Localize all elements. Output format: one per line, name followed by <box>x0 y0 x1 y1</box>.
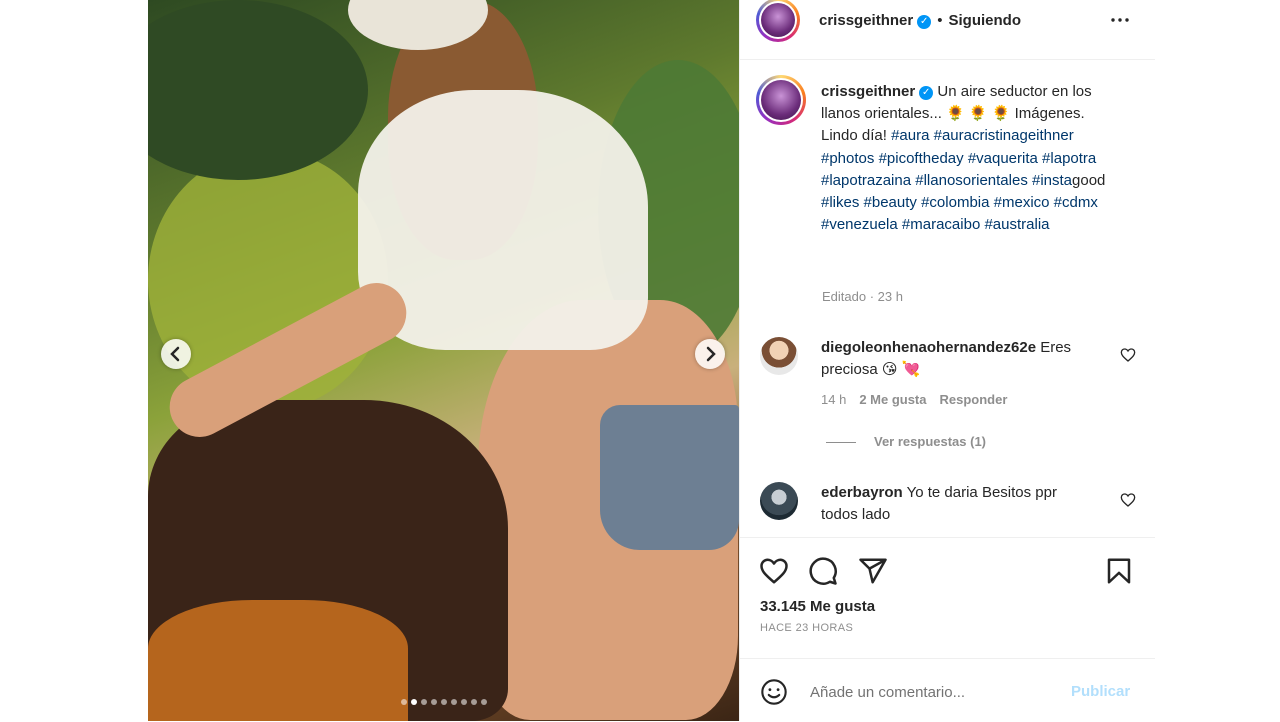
carousel-dot <box>480 699 487 705</box>
post-time: HACE 23 HORAS <box>760 622 854 634</box>
hashtag-link[interactable]: #venezuela <box>821 216 898 233</box>
hashtag-link[interactable]: #beauty <box>864 194 917 211</box>
comment-input[interactable] <box>808 678 1062 706</box>
carousel-dot <box>400 699 407 705</box>
post-modal: crissgeithner ✓ • Siguiendo crissgeithner ✓ … <box>148 0 1155 721</box>
hashtag-link[interactable]: #likes <box>821 194 859 211</box>
chevron-right-icon <box>706 346 716 362</box>
hashtag-link[interactable]: #mexico <box>994 194 1050 211</box>
likes-count[interactable]: 33.145 Me gusta <box>760 598 875 615</box>
chevron-left-icon <box>170 346 180 362</box>
heart-icon[interactable] <box>759 556 789 586</box>
carousel-dot <box>450 699 457 705</box>
carousel-indicator <box>148 699 739 705</box>
header-user-row: crissgeithner ✓ • Siguiendo <box>819 12 1021 29</box>
comment-likes-link[interactable]: 2 Me gusta <box>859 392 926 407</box>
carousel-dot <box>430 699 437 705</box>
hashtag-link[interactable]: #llanosorientales <box>915 172 1028 189</box>
carousel-dot <box>410 699 417 705</box>
publish-button[interactable]: Publicar <box>1071 683 1130 700</box>
comment-username[interactable]: diegoleonhenaohernandez62e <box>821 339 1036 356</box>
hashtag-link[interactable]: #lapotra <box>1042 150 1096 167</box>
comment-avatar[interactable] <box>760 482 798 520</box>
hashtag-link[interactable]: #vaquerita <box>968 150 1038 167</box>
caption-edited-time: Editado · 23 h <box>822 289 903 304</box>
emoji-icon[interactable] <box>760 678 788 706</box>
comment-heart-icon[interactable] <box>1120 492 1136 508</box>
username-link[interactable]: crissgeithner <box>819 12 913 29</box>
following-button[interactable]: Siguiendo <box>948 12 1021 29</box>
hashtag-link[interactable]: #photos <box>821 150 874 167</box>
hashtag-link[interactable]: #aura <box>891 127 929 144</box>
hashtag-link[interactable]: #colombia <box>921 194 989 211</box>
view-replies-label: Ver respuestas (1) <box>874 434 987 449</box>
post-image[interactable] <box>148 0 739 721</box>
caption-avatar[interactable] <box>756 75 806 125</box>
carousel-dot <box>460 699 467 705</box>
hashtag-link[interactable]: #australia <box>984 216 1049 233</box>
hashtag-link[interactable]: #lapotrazaina <box>821 172 911 189</box>
comment-time: 14 h <box>821 392 847 407</box>
previous-slide-button[interactable] <box>161 339 191 369</box>
more-horizontal-icon[interactable] <box>1108 8 1132 38</box>
hashtag-link[interactable]: #cdmx <box>1054 194 1098 211</box>
hashtag-link[interactable]: #picoftheday <box>879 150 964 167</box>
comment-text: ederbayron Yo te daria Besitos ppr todos… <box>821 482 1091 526</box>
comment-text: diegoleonhenaohernandez62e Eres preciosa… <box>821 337 1091 381</box>
hashtag-link[interactable]: #auracristinageithner <box>934 127 1074 144</box>
denim-shorts <box>600 405 739 550</box>
comment-heart-icon[interactable] <box>1120 347 1136 363</box>
comment-icon[interactable] <box>808 556 838 586</box>
send-icon[interactable] <box>858 556 888 586</box>
caption-line: Un aire seductor en <box>937 83 1069 100</box>
post-header: crissgeithner ✓ • Siguiendo <box>740 0 1155 60</box>
view-replies-button[interactable]: Ver respuestas (1) <box>826 434 986 449</box>
verified-badge-icon: ✓ <box>919 86 934 100</box>
comment-meta: 14 h 2 Me gusta Responder <box>821 392 1020 407</box>
carousel-dot <box>420 699 427 705</box>
comment-username[interactable]: ederbayron <box>821 484 903 501</box>
reply-button[interactable]: Responder <box>940 392 1008 407</box>
avatar[interactable] <box>756 0 800 42</box>
replies-line <box>826 442 856 444</box>
caption-username[interactable]: crissgeithner <box>821 83 915 100</box>
add-comment-bar: Publicar <box>740 658 1155 722</box>
foliage <box>148 0 368 180</box>
post-side-panel: crissgeithner ✓ • Siguiendo crissgeithner ✓ … <box>739 0 1155 721</box>
hashtag-link[interactable]: #insta <box>1032 172 1072 189</box>
action-bar: 33.145 Me gusta HACE 23 HORAS <box>740 537 1155 658</box>
carousel-dot <box>440 699 447 705</box>
bookmark-icon[interactable] <box>1104 556 1134 586</box>
caption-text: crissgeithner ✓ Un aire seductor en los l… <box>821 81 1121 236</box>
comment-avatar[interactable] <box>760 337 798 375</box>
verified-badge-icon: ✓ <box>917 15 932 29</box>
separator-dot: • <box>937 12 943 29</box>
next-slide-button[interactable] <box>695 339 725 369</box>
caption-word: good <box>1072 171 1106 189</box>
carousel-dot <box>470 699 477 705</box>
hashtag-link[interactable]: #maracaibo <box>902 216 980 233</box>
